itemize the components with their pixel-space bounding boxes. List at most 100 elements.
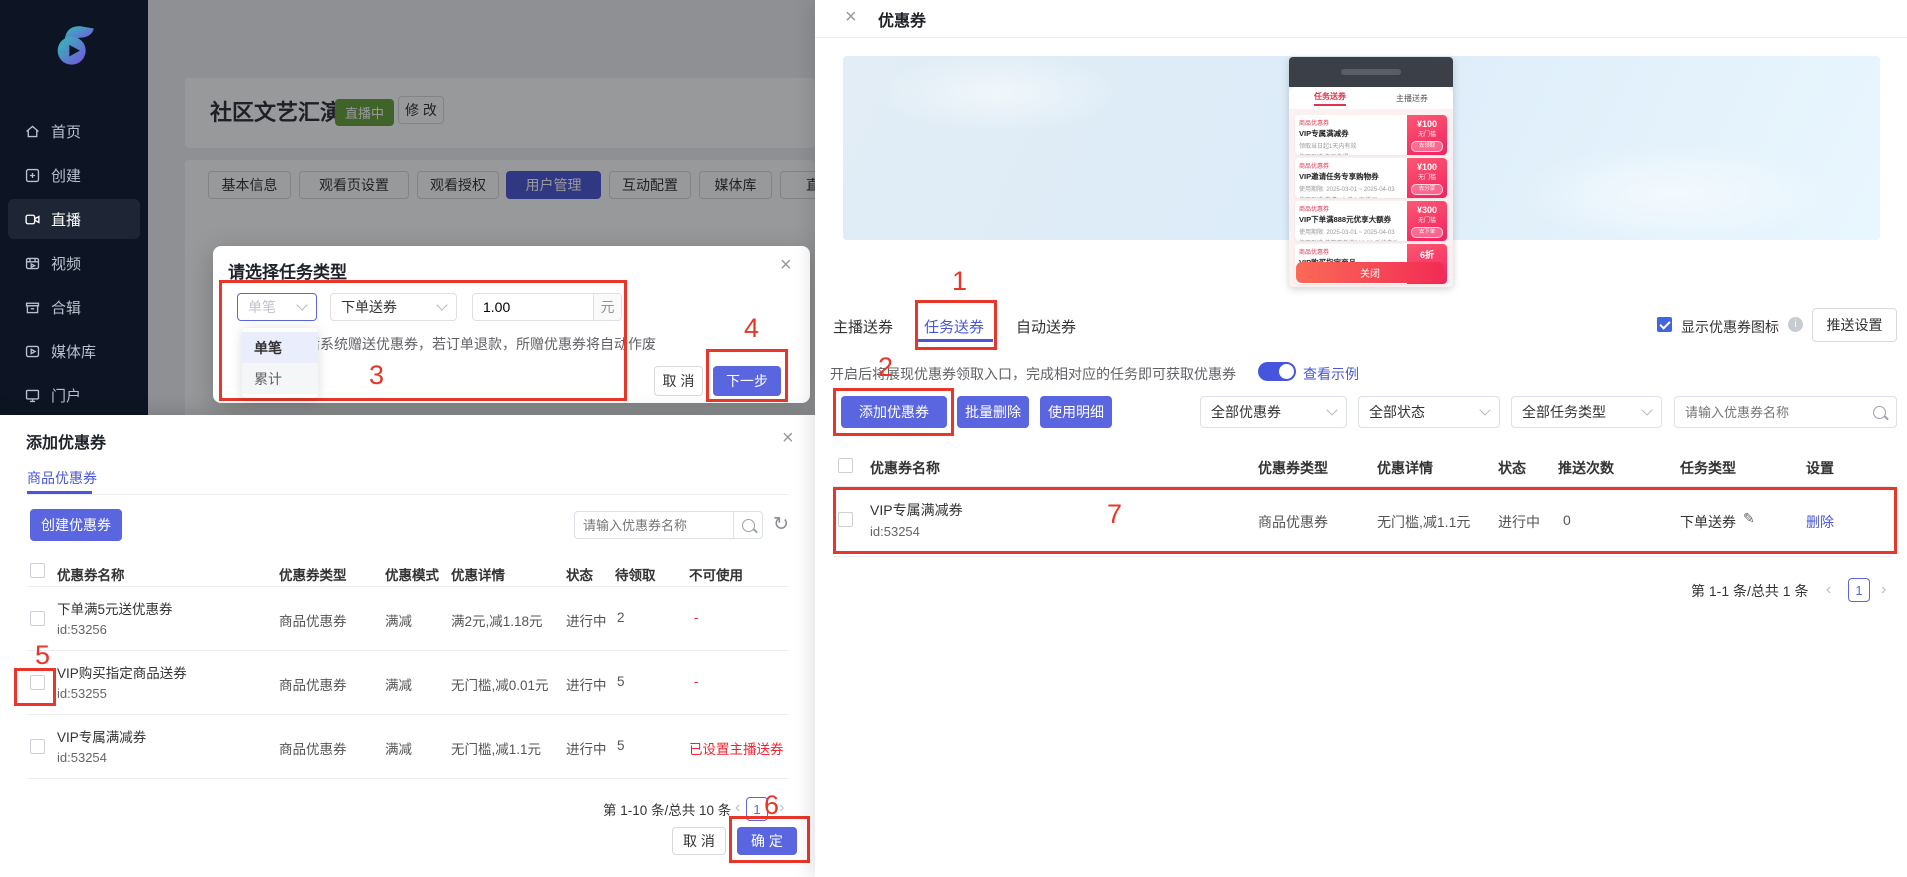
divider — [833, 486, 1893, 487]
sidebar-item-create[interactable]: 创建 — [8, 155, 140, 195]
video-camera-icon — [25, 214, 40, 224]
view-example-link[interactable]: 查看示例 — [1303, 364, 1359, 384]
filter-task-type-select[interactable]: 全部任务类型 — [1511, 396, 1662, 428]
pagination-info: 第 1-1 条/总共 1 条 — [1691, 583, 1809, 599]
annotation-box-7 — [833, 487, 1897, 554]
close-icon[interactable]: × — [782, 428, 794, 448]
sidebar-item-media-library[interactable]: 媒体库 — [8, 331, 140, 371]
tab-product-coupon[interactable]: 商品优惠券 — [27, 468, 97, 488]
filter-status-select[interactable]: 全部状态 — [1358, 396, 1500, 428]
amount-input[interactable] — [473, 294, 593, 320]
search-button[interactable] — [733, 512, 762, 538]
prev-page-icon[interactable]: ‹ — [1826, 581, 1831, 599]
task-type-select[interactable]: 下单送券 — [330, 293, 457, 321]
col-header: 优惠券类型 — [1258, 460, 1328, 476]
coupon-line: 使用形式:邀请N人进入直播间 — [1299, 195, 1403, 198]
usage-detail-button[interactable]: 使用明细 — [1040, 396, 1112, 428]
drawer-tab-anchor-coupon[interactable]: 主播送券 — [833, 316, 893, 337]
coupon-name: VIP专属满减券 — [870, 502, 963, 518]
refresh-icon[interactable]: ↻ — [773, 513, 789, 536]
coupon-value: ¥100 — [1416, 162, 1438, 172]
toggle-switch[interactable] — [1258, 362, 1296, 381]
modal-next-button[interactable]: 下一步 — [713, 366, 781, 396]
sidebar-item-collection[interactable]: 合辑 — [8, 287, 140, 327]
phone-tabs: 任务送券 主播送券 — [1289, 87, 1453, 109]
coupon-threshold: 无门槛 — [1417, 218, 1436, 224]
prev-page-icon[interactable]: ‹ — [735, 799, 740, 817]
picker-confirm-button[interactable]: 确 定 — [737, 827, 797, 855]
batch-delete-button[interactable]: 批量删除 — [957, 396, 1029, 428]
coupon-name: VIP专属满减券 — [57, 730, 147, 745]
coupon-tag: 商品优惠券 — [1299, 121, 1330, 127]
sidebar-item-label: 门户 — [51, 387, 82, 405]
select-all-checkbox[interactable] — [30, 563, 45, 578]
coupon-action: 去分享 — [1411, 184, 1443, 195]
page-number[interactable]: 1 — [1848, 578, 1870, 602]
dropdown-option-cumulative[interactable]: 累计 — [242, 363, 318, 394]
film-icon — [25, 257, 40, 269]
coupon-search-input[interactable] — [575, 512, 733, 538]
media-play-icon — [25, 345, 40, 357]
chevron-down-icon — [436, 299, 448, 311]
add-coupon-panel: 添加优惠券 × 商品优惠券 创建优惠券 ↻ 优惠券名称 优惠券类型 优惠模式 优… — [0, 415, 815, 877]
push-settings-button[interactable]: 推送设置 — [1812, 308, 1897, 342]
sidebar-item-video[interactable]: 视频 — [8, 243, 140, 283]
search-icon[interactable] — [1873, 405, 1886, 419]
close-icon[interactable]: × — [845, 7, 857, 27]
sidebar-item-label: 首页 — [51, 123, 82, 141]
drawer-tab-auto-coupon[interactable]: 自动送券 — [1016, 316, 1076, 337]
divider — [27, 494, 789, 495]
modal-description: 后系统赠送优惠券，若订单退款，所赠优惠券将自动作废 — [306, 336, 656, 352]
page-number[interactable]: 1 — [746, 797, 768, 821]
drawer-search-input[interactable] — [1675, 404, 1873, 420]
sidebar-item-home[interactable]: 首页 — [8, 111, 140, 151]
annotation-number-1: 1 — [952, 266, 968, 296]
annotation-number-7: 7 — [1107, 499, 1123, 529]
brand-logo — [57, 26, 94, 65]
dropdown-option-single[interactable]: 单笔 — [242, 332, 318, 363]
create-coupon-button[interactable]: 创建优惠券 — [30, 509, 122, 541]
modal-cancel-button[interactable]: 取 消 — [654, 366, 703, 396]
delete-link[interactable]: 删除 — [1806, 512, 1834, 532]
sidebar-item-live[interactable]: 直播 — [8, 199, 140, 239]
next-page-icon[interactable]: › — [1881, 581, 1886, 599]
cell-status: 进行中 — [1498, 514, 1540, 530]
col-header: 不可使用 — [689, 568, 743, 583]
coupon-line: 领取当日起1天内有效 — [1299, 144, 1357, 150]
row-checkbox[interactable] — [30, 675, 45, 690]
col-header: 任务类型 — [1680, 460, 1736, 476]
row-checkbox[interactable] — [838, 512, 853, 527]
col-header: 优惠券名称 — [870, 460, 940, 476]
sidebar-item-portal[interactable]: 门户 — [8, 375, 140, 415]
coupon-threshold: 无门槛 — [1417, 175, 1436, 181]
drawer-tab-task-coupon[interactable]: 任务送券 — [924, 316, 984, 337]
sidebar-item-label: 合辑 — [51, 299, 82, 317]
mode-select[interactable]: 单笔 — [237, 293, 317, 321]
close-icon[interactable]: × — [780, 255, 792, 275]
mode-dropdown: 单笔 累计 — [242, 328, 318, 398]
cell-status: 进行中 — [566, 614, 607, 629]
cell-type: 商品优惠券 — [279, 742, 347, 757]
coupon-tag: 商品优惠券 — [1299, 250, 1330, 256]
coupon-threshold: 无门槛 — [1417, 132, 1436, 138]
show-coupon-icon-checkbox[interactable] — [1657, 317, 1672, 332]
coupon-search — [574, 511, 763, 539]
cell-status: 进行中 — [566, 678, 607, 693]
picker-cancel-button[interactable]: 取 消 — [672, 827, 726, 855]
cell-push-count: 0 — [1563, 512, 1571, 528]
row-checkbox[interactable] — [30, 739, 45, 754]
row-checkbox[interactable] — [30, 611, 45, 626]
divider — [815, 37, 1907, 38]
filter-coupon-select[interactable]: 全部优惠券 — [1200, 396, 1347, 428]
panel-title: 添加优惠券 — [26, 435, 107, 452]
coupon-line: 使用形式:先到先得 — [1299, 152, 1403, 155]
select-all-checkbox[interactable] — [838, 458, 853, 473]
add-coupon-button[interactable]: 添加优惠券 — [841, 396, 947, 428]
col-header: 推送次数 — [1558, 460, 1614, 476]
divider — [27, 586, 789, 587]
next-page-icon[interactable]: › — [779, 799, 784, 817]
coupon-tag: 商品优惠券 — [1299, 164, 1330, 170]
edit-pencil-icon[interactable]: ✎ — [1743, 510, 1755, 527]
task-type-select-value: 下单送券 — [341, 299, 397, 315]
cell-task-type: 下单送券 — [1680, 514, 1736, 530]
